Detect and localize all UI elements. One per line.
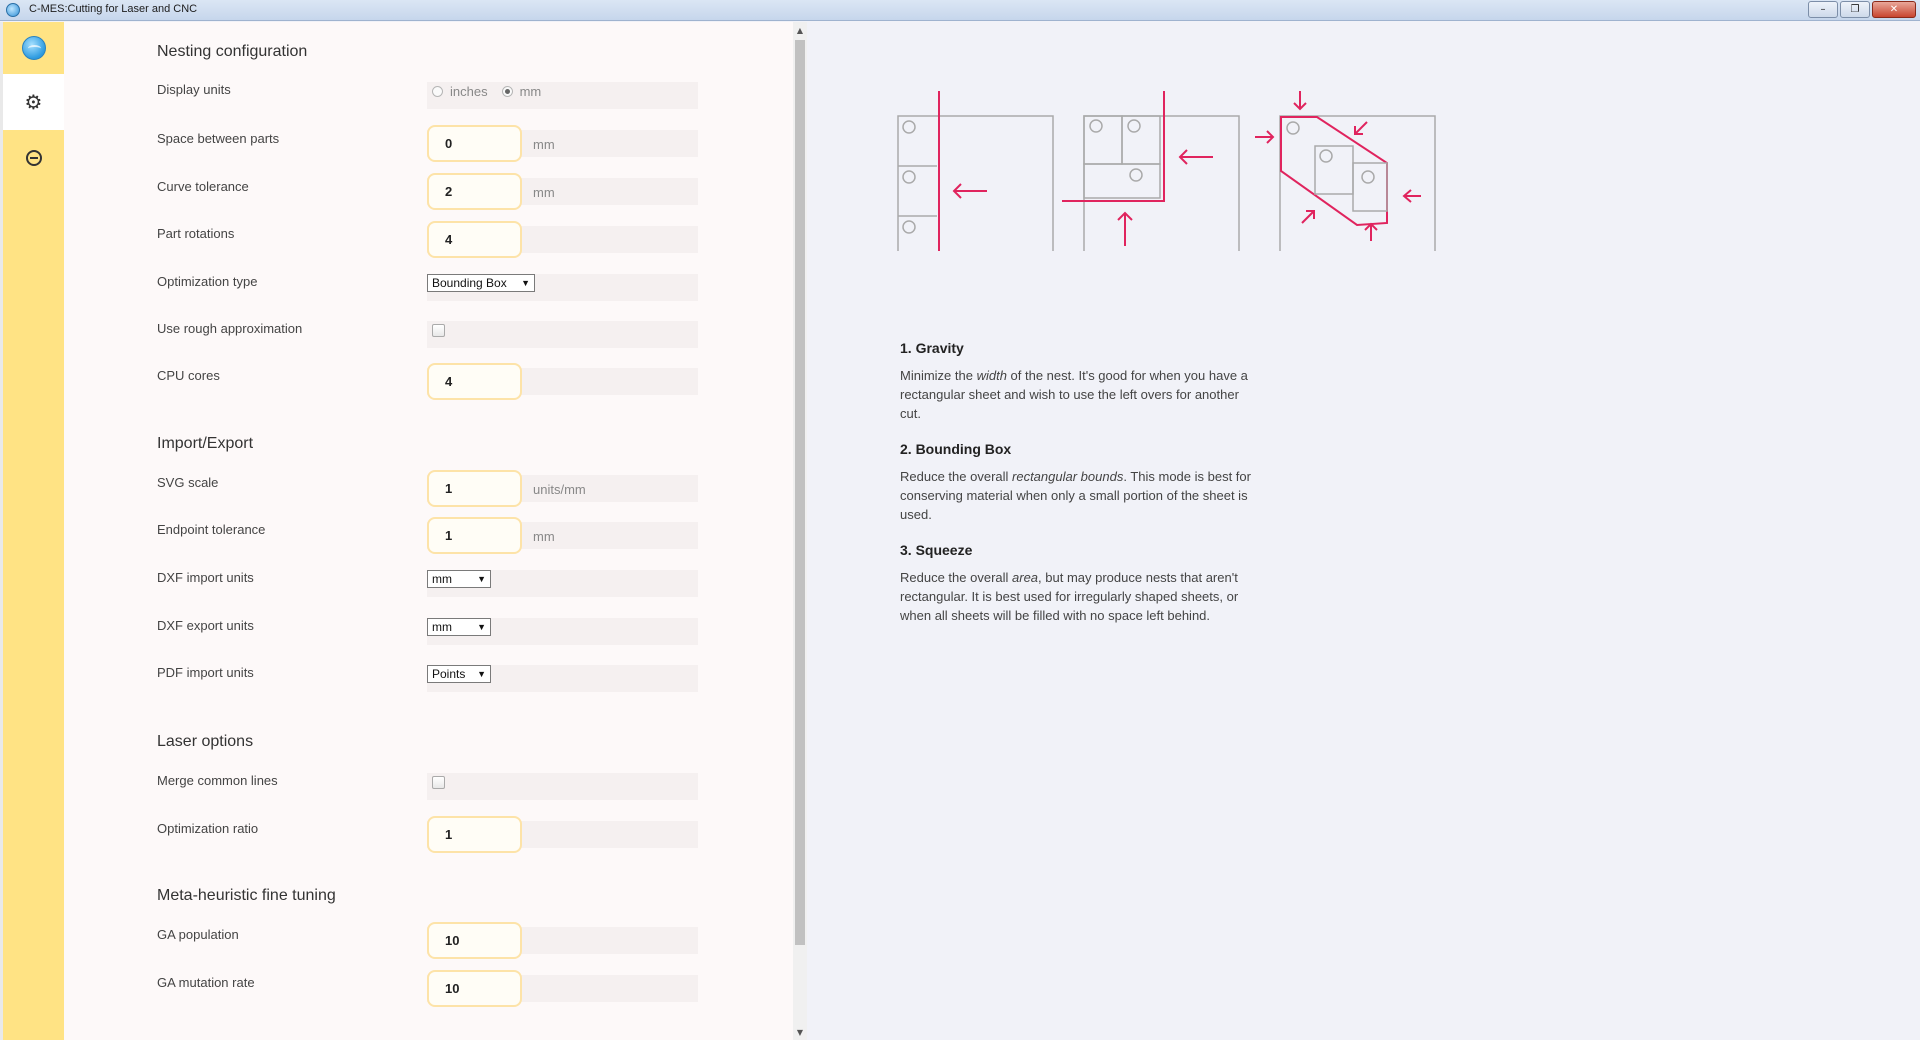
bounding-box-description: Reduce the overall rectangular bounds. T… [900,467,1260,524]
dxf-export-units-select[interactable]: mm ▼ [427,618,491,636]
dxf-export-units-label: DXF export units [157,618,254,633]
dxf-import-units-label: DXF import units [157,570,254,585]
dropdown-caret-icon: ▼ [521,278,530,288]
gear-icon: ⚙ [24,90,43,114]
curve-tolerance-unit: mm [533,185,555,200]
settings-scrollbar[interactable]: ▲ ▼ [793,22,807,1040]
gravity-text-pre: Minimize the [900,368,977,383]
settings-panel: Nesting configuration Display units inch… [64,22,793,1040]
endpoint-tolerance-label: Endpoint tolerance [157,522,266,537]
optimization-type-select[interactable]: Bounding Box ▼ [427,274,535,292]
ga-mutation-rate-input[interactable]: 10 [427,970,522,1007]
curve-tolerance-label: Curve tolerance [157,179,249,194]
optimization-ratio-label: Optimization ratio [157,821,259,836]
gravity-text-em: width [976,368,1007,383]
space-between-parts-unit: mm [533,137,555,152]
globe-icon [21,36,46,60]
squeeze-text-em: area [1012,570,1039,585]
radio-mm-label: mm [519,84,542,99]
display-units-label: Display units [157,82,231,97]
dropdown-caret-icon: ▼ [477,622,486,632]
dxf-import-units-select[interactable]: mm ▼ [427,570,491,588]
space-between-parts-input[interactable]: 0 [427,125,522,162]
section-title-meta-heuristic: Meta-heuristic fine tuning [157,887,336,904]
close-button[interactable]: ✕ [1872,1,1916,18]
rough-approximation-field [427,321,698,348]
scroll-up-arrow-icon[interactable]: ▲ [793,24,807,36]
rough-approximation-checkbox[interactable] [432,324,445,337]
sidebar-item-exit[interactable] [3,130,64,186]
cpu-cores-label: CPU cores [157,368,220,383]
cpu-cores-input[interactable]: 4 [427,363,522,400]
dxf-export-units-value: mm [432,620,452,634]
scroll-down-arrow-icon[interactable]: ▼ [793,1026,807,1038]
window-controls: – ❐ ✕ [1808,1,1916,18]
rough-approximation-label: Use rough approximation [157,321,303,336]
optimization-diagram: 1 2 3 [897,91,1436,251]
pdf-import-units-select[interactable]: Points ▼ [427,665,491,683]
display-units-radio-group: inches mm [432,84,541,99]
endpoint-tolerance-input[interactable]: 1 [427,517,522,554]
part-rotations-label: Part rotations [157,226,235,241]
gravity-description: Minimize the width of the nest. It's goo… [900,366,1260,423]
merge-common-lines-checkbox[interactable] [432,776,445,789]
merge-common-lines-field [427,773,698,800]
ga-population-label: GA population [157,927,239,942]
bounding-box-diagram [1062,91,1240,251]
dropdown-caret-icon: ▼ [477,669,486,679]
pdf-import-units-label: PDF import units [157,665,254,680]
minimize-button[interactable]: – [1808,1,1838,18]
gravity-diagram [897,91,1054,251]
squeeze-diagram [1255,91,1436,251]
sidebar: ⚙ [0,22,64,1040]
minus-circle-icon [25,150,42,166]
ga-mutation-rate-label: GA mutation rate [157,975,255,990]
part-rotations-input[interactable]: 4 [427,221,522,258]
window-titlebar: C-MES:Cutting for Laser and CNC – ❐ ✕ [0,0,1920,21]
curve-tolerance-input[interactable]: 2 [427,173,522,210]
radio-mm[interactable] [501,86,513,97]
sidebar-item-home[interactable] [3,22,64,74]
svg-scale-unit: units/mm [533,482,586,497]
merge-common-lines-label: Merge common lines [157,773,278,788]
info-panel: 1 2 3 1. Gravity Minimize the width of t… [807,22,1920,1040]
endpoint-tolerance-unit: mm [533,529,555,544]
squeeze-heading: 3. Squeeze [900,542,973,558]
squeeze-description: Reduce the overall area, but may produce… [900,568,1260,625]
radio-inches[interactable] [432,86,443,97]
restore-button[interactable]: ❐ [1840,1,1870,18]
scrollbar-thumb[interactable] [795,40,805,945]
pdf-import-units-value: Points [432,667,466,681]
bounding-box-text-em: rectangular bounds [1012,469,1124,484]
squeeze-text-pre: Reduce the overall [900,570,1013,585]
bounding-box-heading: 2. Bounding Box [900,441,1012,457]
dxf-import-units-value: mm [432,572,452,586]
gravity-heading: 1. Gravity [900,340,964,356]
svg-scale-label: SVG scale [157,475,219,490]
optimization-type-value: Bounding Box [432,276,507,290]
space-between-parts-label: Space between parts [157,131,280,146]
ga-population-input[interactable]: 10 [427,922,522,959]
section-title-nesting: Nesting configuration [157,43,308,60]
svg-scale-input[interactable]: 1 [427,470,522,507]
optimization-ratio-input[interactable]: 1 [427,816,522,853]
sidebar-item-settings[interactable]: ⚙ [3,74,64,130]
radio-inches-label: inches [450,84,488,99]
bounding-box-text-pre: Reduce the overall [900,469,1013,484]
window-title: C-MES:Cutting for Laser and CNC [29,3,198,15]
section-title-laser-options: Laser options [157,733,254,750]
app-icon [6,3,20,17]
section-title-import-export: Import/Export [157,435,254,452]
dropdown-caret-icon: ▼ [477,574,486,584]
optimization-type-label: Optimization type [157,274,258,289]
